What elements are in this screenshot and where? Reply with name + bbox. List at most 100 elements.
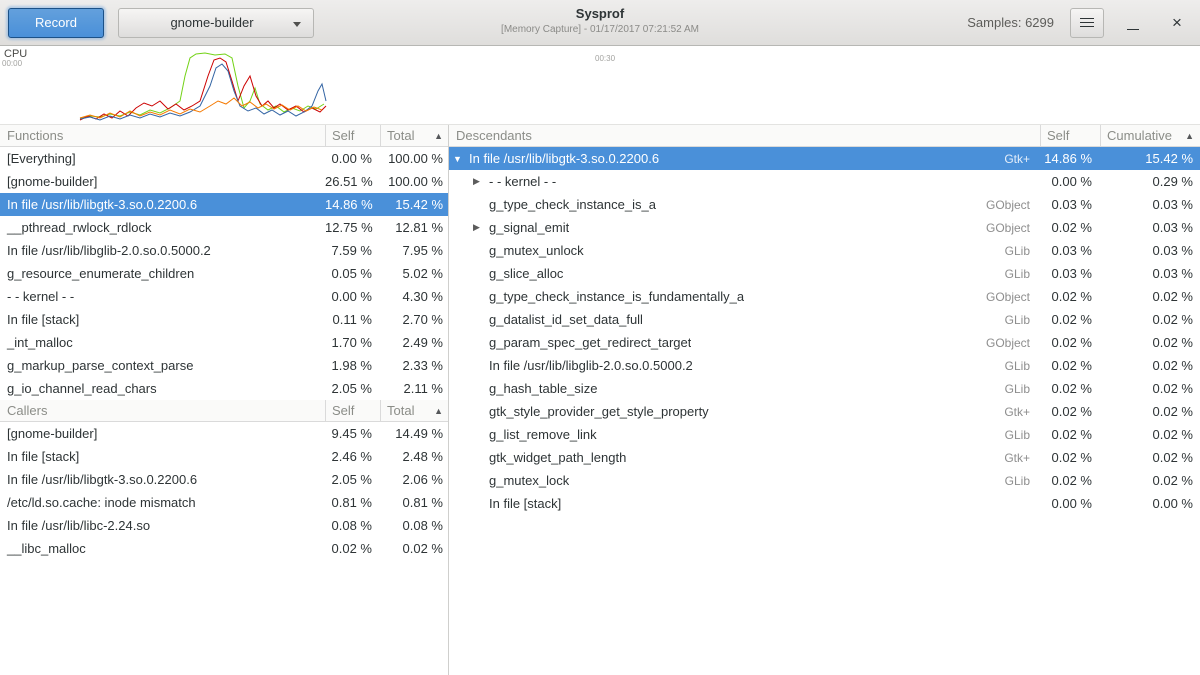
descendant-name: g_list_remove_link bbox=[489, 427, 597, 442]
callers-row[interactable]: __libc_malloc0.02 %0.02 % bbox=[0, 537, 448, 560]
category-label: GLib bbox=[584, 244, 1040, 258]
self-value: 0.02 % bbox=[1040, 220, 1100, 235]
functions-row[interactable]: g_resource_enumerate_children0.05 %5.02 … bbox=[0, 262, 448, 285]
descendant-name: g_hash_table_size bbox=[489, 381, 597, 396]
self-value: 0.02 % bbox=[1040, 335, 1100, 350]
functions-total-column-header[interactable]: Total ▲ bbox=[380, 125, 448, 146]
main-area: Functions Self Total ▲ [Everything]0.00 … bbox=[0, 125, 1200, 675]
expander-expanded-icon[interactable]: ▼ bbox=[453, 154, 469, 164]
callers-total-column-label: Total bbox=[387, 403, 414, 418]
callers-column-header[interactable]: Callers bbox=[0, 400, 325, 421]
total-value: 2.48 % bbox=[380, 449, 448, 464]
descendants-row[interactable]: In file /usr/lib/libglib-2.0.so.0.5000.2… bbox=[449, 354, 1200, 377]
profile-target-dropdown[interactable]: gnome-builder bbox=[118, 8, 314, 38]
descendant-name: g_datalist_id_set_data_full bbox=[489, 312, 643, 327]
total-value: 7.95 % bbox=[380, 243, 448, 258]
minimize-button[interactable] bbox=[1118, 8, 1148, 38]
descendants-row[interactable]: In file [stack]0.00 %0.00 % bbox=[449, 492, 1200, 515]
descendants-cumulative-column-header[interactable]: Cumulative ▲ bbox=[1100, 125, 1200, 146]
total-value: 100.00 % bbox=[380, 151, 448, 166]
descendant-name-cell: g_param_spec_get_redirect_targetGObject bbox=[449, 335, 1040, 350]
descendants-row[interactable]: ▶- - kernel - -0.00 %0.29 % bbox=[449, 170, 1200, 193]
descendant-name-cell: In file [stack] bbox=[449, 496, 1040, 511]
descendant-name-cell: ▶g_signal_emitGObject bbox=[449, 220, 1040, 235]
functions-row[interactable]: g_markup_parse_context_parse1.98 %2.33 % bbox=[0, 354, 448, 377]
window-subtitle: [Memory Capture] - 01/17/2017 07:21:52 A… bbox=[501, 24, 699, 35]
descendants-body: ▼In file /usr/lib/libgtk-3.so.0.2200.6Gt… bbox=[449, 147, 1200, 515]
cumulative-value: 0.03 % bbox=[1100, 243, 1200, 258]
descendants-self-column-header[interactable]: Self bbox=[1040, 125, 1100, 146]
self-value: 0.02 % bbox=[1040, 404, 1100, 419]
self-value: 0.02 % bbox=[1040, 427, 1100, 442]
self-value: 0.02 % bbox=[1040, 312, 1100, 327]
self-value: 0.00 % bbox=[1040, 496, 1100, 511]
function-name: [Everything] bbox=[0, 151, 325, 166]
category-label: GObject bbox=[691, 336, 1040, 350]
total-value: 2.11 % bbox=[380, 381, 448, 396]
descendants-row[interactable]: g_hash_table_sizeGLib0.02 %0.02 % bbox=[449, 377, 1200, 400]
function-name: g_io_channel_read_chars bbox=[0, 381, 325, 396]
descendants-row[interactable]: ▼In file /usr/lib/libgtk-3.so.0.2200.6Gt… bbox=[449, 147, 1200, 170]
function-name: In file /usr/lib/libgtk-3.so.0.2200.6 bbox=[0, 472, 325, 487]
descendants-row[interactable]: g_type_check_instance_is_fundamentally_a… bbox=[449, 285, 1200, 308]
descendant-name-cell: g_hash_table_sizeGLib bbox=[449, 381, 1040, 396]
descendants-row[interactable]: g_datalist_id_set_data_fullGLib0.02 %0.0… bbox=[449, 308, 1200, 331]
descendants-row[interactable]: g_param_spec_get_redirect_targetGObject0… bbox=[449, 331, 1200, 354]
self-value: 26.51 % bbox=[325, 174, 380, 189]
descendants-row[interactable]: gtk_style_provider_get_style_propertyGtk… bbox=[449, 400, 1200, 423]
descendants-row[interactable]: gtk_widget_path_lengthGtk+0.02 %0.02 % bbox=[449, 446, 1200, 469]
functions-row[interactable]: In file [stack]0.11 %2.70 % bbox=[0, 308, 448, 331]
functions-row[interactable]: In file /usr/lib/libglib-2.0.so.0.5000.2… bbox=[0, 239, 448, 262]
functions-row[interactable]: [gnome-builder]26.51 %100.00 % bbox=[0, 170, 448, 193]
functions-row[interactable]: [Everything]0.00 %100.00 % bbox=[0, 147, 448, 170]
cumulative-value: 0.03 % bbox=[1100, 266, 1200, 281]
callers-row[interactable]: In file /usr/lib/libgtk-3.so.0.2200.62.0… bbox=[0, 468, 448, 491]
descendant-name-cell: gtk_widget_path_lengthGtk+ bbox=[449, 450, 1040, 465]
self-value: 0.02 % bbox=[325, 541, 380, 556]
cumulative-value: 0.02 % bbox=[1100, 427, 1200, 442]
functions-self-column-header[interactable]: Self bbox=[325, 125, 380, 146]
close-button[interactable]: × bbox=[1162, 8, 1192, 38]
descendants-row[interactable]: g_mutex_lockGLib0.02 %0.02 % bbox=[449, 469, 1200, 492]
category-label: GLib bbox=[569, 474, 1040, 488]
functions-row[interactable]: In file /usr/lib/libgtk-3.so.0.2200.614.… bbox=[0, 193, 448, 216]
menu-button[interactable] bbox=[1070, 8, 1104, 38]
sort-indicator-icon: ▲ bbox=[1185, 131, 1194, 141]
functions-row[interactable]: __pthread_rwlock_rdlock12.75 %12.81 % bbox=[0, 216, 448, 239]
self-value: 0.81 % bbox=[325, 495, 380, 510]
descendants-row[interactable]: g_list_remove_linkGLib0.02 %0.02 % bbox=[449, 423, 1200, 446]
category-label: GLib bbox=[597, 382, 1040, 396]
cumulative-value: 0.02 % bbox=[1100, 358, 1200, 373]
record-button[interactable]: Record bbox=[8, 8, 104, 38]
callers-row[interactable]: /etc/ld.so.cache: inode mismatch0.81 %0.… bbox=[0, 491, 448, 514]
functions-total-column-label: Total bbox=[387, 128, 414, 143]
callers-self-column-header[interactable]: Self bbox=[325, 400, 380, 421]
self-value: 0.03 % bbox=[1040, 243, 1100, 258]
total-value: 2.70 % bbox=[380, 312, 448, 327]
descendant-name-cell: g_slice_allocGLib bbox=[449, 266, 1040, 281]
function-name: _int_malloc bbox=[0, 335, 325, 350]
functions-column-header[interactable]: Functions bbox=[0, 125, 325, 146]
self-value: 1.70 % bbox=[325, 335, 380, 350]
callers-row[interactable]: In file /usr/lib/libc-2.24.so0.08 %0.08 … bbox=[0, 514, 448, 537]
descendants-row[interactable]: g_mutex_unlockGLib0.03 %0.03 % bbox=[449, 239, 1200, 262]
cpu-graph[interactable]: CPU 00:00 00:30 bbox=[0, 46, 1200, 125]
callers-row[interactable]: [gnome-builder]9.45 %14.49 % bbox=[0, 422, 448, 445]
sysprof-window: Record gnome-builder Sysprof [Memory Cap… bbox=[0, 0, 1200, 675]
descendant-name-cell: gtk_style_provider_get_style_propertyGtk… bbox=[449, 404, 1040, 419]
callers-total-column-header[interactable]: Total ▲ bbox=[380, 400, 448, 421]
expander-collapsed-icon[interactable]: ▶ bbox=[473, 176, 489, 187]
functions-row[interactable]: _int_malloc1.70 %2.49 % bbox=[0, 331, 448, 354]
descendants-row[interactable]: ▶g_signal_emitGObject0.02 %0.03 % bbox=[449, 216, 1200, 239]
functions-row[interactable]: g_io_channel_read_chars2.05 %2.11 % bbox=[0, 377, 448, 400]
callers-row[interactable]: In file [stack]2.46 %2.48 % bbox=[0, 445, 448, 468]
self-value: 0.02 % bbox=[1040, 473, 1100, 488]
functions-row[interactable]: - - kernel - -0.00 %4.30 % bbox=[0, 285, 448, 308]
descendants-row[interactable]: g_slice_allocGLib0.03 %0.03 % bbox=[449, 262, 1200, 285]
descendants-row[interactable]: g_type_check_instance_is_aGObject0.03 %0… bbox=[449, 193, 1200, 216]
right-pane: Descendants Self Cumulative ▲ ▼In file /… bbox=[449, 125, 1200, 675]
profile-target-label: gnome-builder bbox=[170, 15, 253, 30]
self-value: 0.03 % bbox=[1040, 197, 1100, 212]
descendants-column-header[interactable]: Descendants bbox=[449, 125, 1040, 146]
expander-collapsed-icon[interactable]: ▶ bbox=[473, 222, 489, 233]
